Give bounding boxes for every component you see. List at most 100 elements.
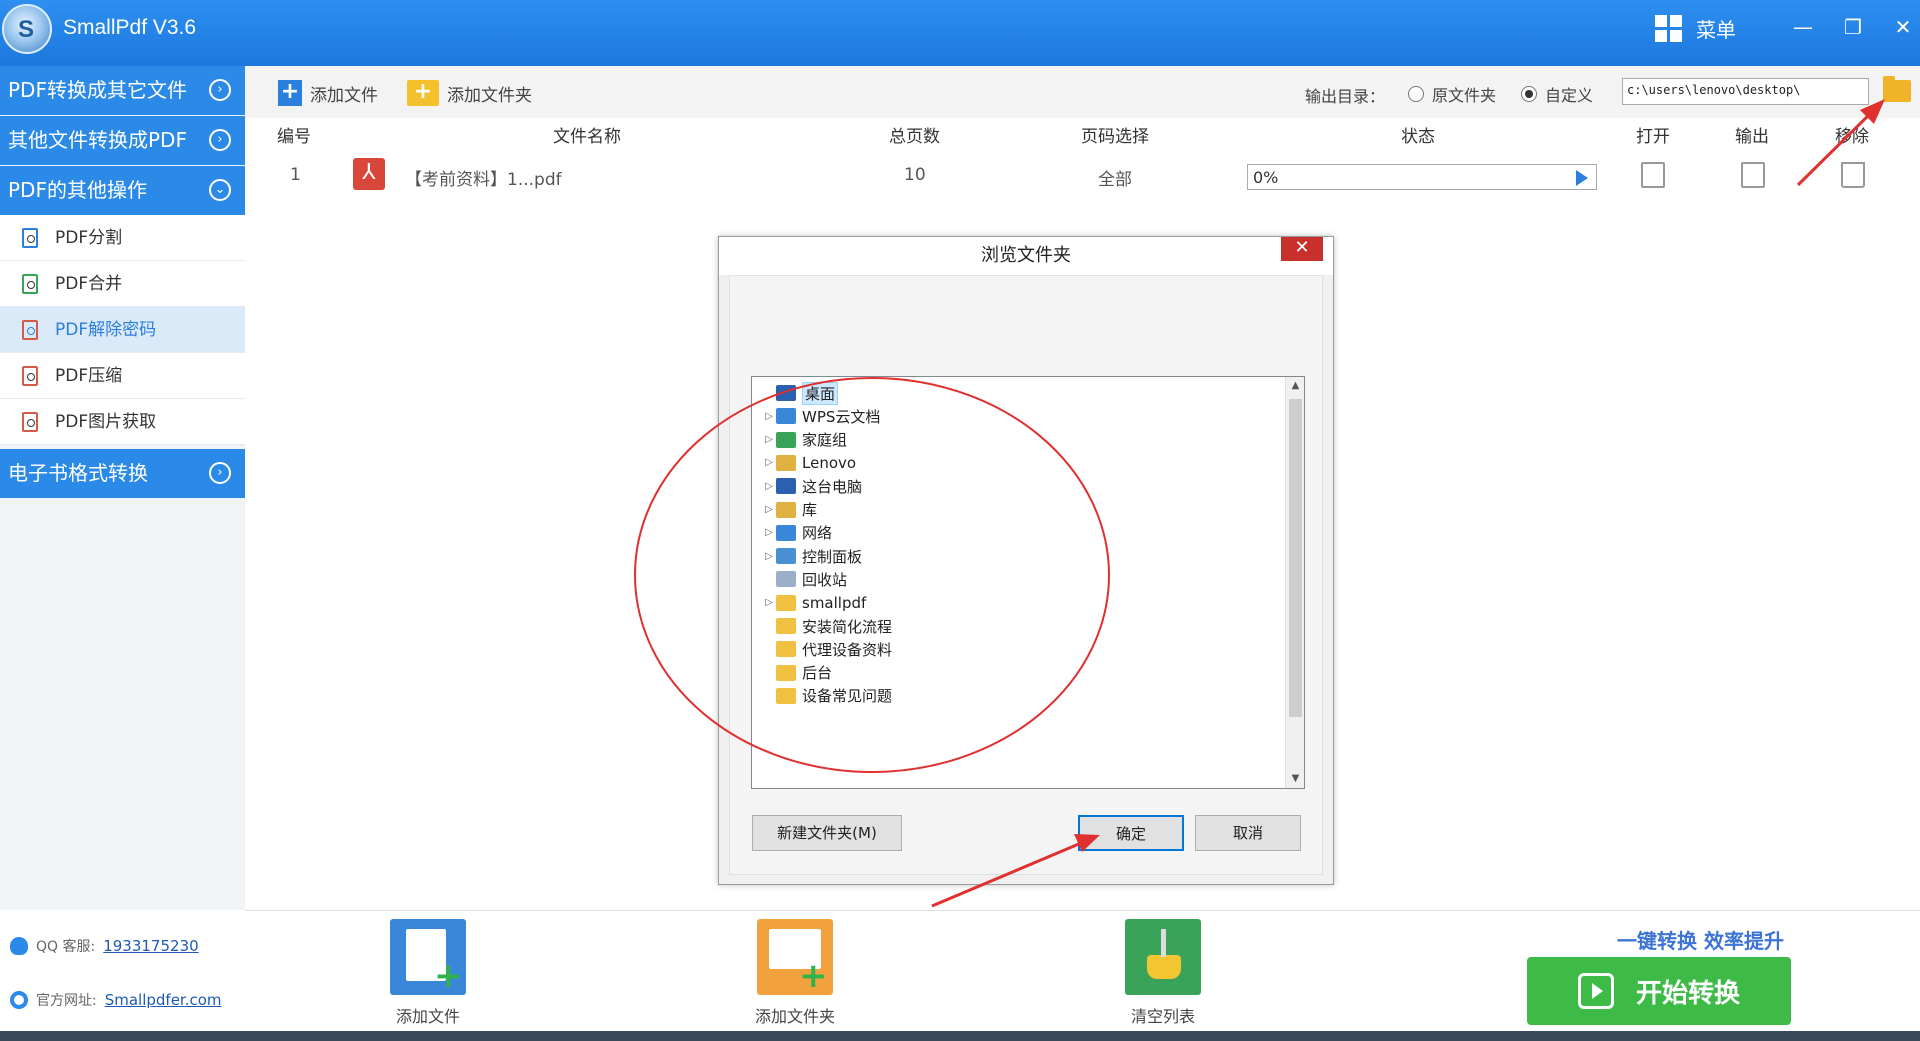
table-row[interactable]: 1 ⅄ 【考前资料】1...pdf 10 全部 0% <box>245 152 1920 200</box>
dialog-title: 浏览文件夹 <box>719 237 1333 275</box>
sidebar-item-label: PDF解除密码 <box>55 320 157 340</box>
add-file-button[interactable]: + 添加文件 <box>278 79 378 107</box>
site-label: 官方网址: <box>36 993 97 1009</box>
grid-icon <box>1655 14 1682 42</box>
sidebar-item-pdf-compress[interactable]: PDF压缩 <box>0 353 245 399</box>
cancel-button[interactable]: 取消 <box>1195 815 1301 851</box>
bottom-add-file-button[interactable]: + 添加文件 <box>368 919 488 1027</box>
output-path-field[interactable]: c:\users\lenovo\desktop\ <box>1622 78 1869 105</box>
scroll-up-icon[interactable]: ▲ <box>1286 377 1304 395</box>
new-folder-button[interactable]: 新建文件夹(M) <box>752 815 902 851</box>
qq-support: QQ 客服: 1933175230 <box>10 934 199 958</box>
output-icon[interactable] <box>1741 162 1765 188</box>
trash-icon[interactable] <box>1841 162 1865 188</box>
tree-item[interactable]: 设备常见问题 <box>762 682 892 710</box>
expand-arrow-icon[interactable]: ▷ <box>762 551 776 562</box>
pdf-file-icon: ⅄ <box>353 158 385 190</box>
expand-arrow-icon[interactable]: ▷ <box>762 527 776 538</box>
expand-arrow-icon[interactable]: ▷ <box>762 481 776 492</box>
add-folder-big-icon: + <box>757 919 833 995</box>
site-link[interactable]: Smallpdfer.com <box>105 991 222 1009</box>
sidebar-item-pdf-unlock[interactable]: PDF解除密码 <box>0 307 245 353</box>
tree-item-label: 安装简化流程 <box>802 617 893 636</box>
clear-list-button[interactable]: 清空列表 <box>1103 919 1223 1027</box>
close-icon: ✕ <box>1894 15 1912 39</box>
browser-icon <box>10 991 28 1009</box>
network-icon <box>776 524 796 541</box>
radio-selected-icon <box>1521 86 1537 102</box>
scroll-thumb[interactable] <box>1289 399 1302 717</box>
expand-arrow-icon[interactable]: ▷ <box>762 411 776 422</box>
sidebar-section-pdf-other-ops[interactable]: PDF的其他操作 ⌄ <box>0 166 245 215</box>
bottom-add-folder-button[interactable]: + 添加文件夹 <box>735 919 855 1027</box>
file-table-header: 编号 文件名称 总页数 页码选择 状态 打开 输出 移除 <box>245 118 1920 148</box>
sidebar-item-pdf-split[interactable]: PDF分割 <box>0 215 245 261</box>
chevron-down-icon: ⌄ <box>209 179 231 201</box>
play-icon[interactable] <box>1576 170 1588 186</box>
col-pages: 总页数 <box>889 127 940 147</box>
progress-text: 0% <box>1253 168 1279 187</box>
radio-original-folder[interactable]: 原文件夹 <box>1408 82 1496 106</box>
tree-item-label: 控制面板 <box>802 547 863 566</box>
browse-folder-button[interactable] <box>1883 76 1911 102</box>
sidebar: PDF转换成其它文件 › 其他文件转换成PDF › PDF的其他操作 ⌄ PDF… <box>0 66 245 1009</box>
sidebar-section-ebook[interactable]: 电子书格式转换 › <box>0 449 245 498</box>
library-icon <box>776 501 796 518</box>
menu-button[interactable]: 菜单 <box>1655 12 1736 44</box>
chevron-right-icon: › <box>209 129 231 151</box>
start-convert-button[interactable]: 开始转换 <box>1527 957 1791 1025</box>
tree-item-label: 后台 <box>802 664 833 683</box>
qq-link[interactable]: 1933175230 <box>103 937 198 955</box>
progress-bar[interactable]: 0% <box>1247 164 1597 190</box>
tree-item-label: 设备常见问题 <box>802 687 893 706</box>
expand-arrow-icon[interactable]: ▷ <box>762 434 776 445</box>
scroll-down-icon[interactable]: ▼ <box>1286 770 1304 788</box>
folder-tree[interactable]: 桌面 ▷ WPS云文档 ▷ 家庭组 ▷ Lenovo ▷ 这台电脑 ▷ 库 ▷ 网络 ▷ 控制面板 回收站 ▷ s… <box>751 376 1305 789</box>
add-folder-icon: + <box>407 80 439 106</box>
homegroup-icon <box>776 431 796 448</box>
tree-item-label: 网络 <box>802 524 833 543</box>
tree-scrollbar[interactable]: ▲ ▼ <box>1285 377 1304 788</box>
computer-icon <box>776 478 796 495</box>
add-file-big-icon: + <box>390 919 466 995</box>
expand-arrow-icon[interactable]: ▷ <box>762 457 776 468</box>
pdf-doc-icon <box>22 366 38 386</box>
expand-arrow-icon[interactable]: ▷ <box>762 597 776 608</box>
bottom-bar: + 添加文件 + 添加文件夹 清空列表 一键转换 效率提升 开始转换 <box>245 910 1920 1031</box>
tree-item-label: 回收站 <box>802 570 848 589</box>
open-icon[interactable] <box>1641 162 1665 188</box>
dialog-close-button[interactable]: ✕ <box>1281 237 1323 261</box>
sidebar-section-other-to-pdf[interactable]: 其他文件转换成PDF › <box>0 116 245 165</box>
sidebar-item-pdf-merge[interactable]: PDF合并 <box>0 261 245 307</box>
minimize-button[interactable]: — <box>1788 12 1818 42</box>
row-index: 1 <box>290 165 301 185</box>
row-range[interactable]: 全部 <box>1098 165 1132 190</box>
tree-item-label: Lenovo <box>802 453 857 472</box>
qq-label: QQ 客服: <box>36 939 96 955</box>
radio-label: 原文件夹 <box>1432 86 1497 105</box>
start-convert-label: 开始转换 <box>1635 978 1740 1009</box>
qq-icon <box>10 937 28 955</box>
pdf-doc-icon <box>22 412 38 432</box>
ok-button[interactable]: 确定 <box>1078 815 1184 851</box>
restore-button[interactable]: ❐ <box>1838 12 1868 42</box>
folder-icon <box>776 594 796 611</box>
sidebar-item-pdf-image-extract[interactable]: PDF图片获取 <box>0 399 245 445</box>
output-dir-label: 输出目录： <box>1305 87 1386 106</box>
radio-custom[interactable]: 自定义 <box>1521 82 1593 106</box>
add-file-icon: + <box>278 80 302 106</box>
add-folder-button[interactable]: + 添加文件夹 <box>407 79 532 107</box>
add-file-label: 添加文件 <box>310 85 378 106</box>
expand-arrow-icon[interactable]: ▷ <box>762 504 776 515</box>
sidebar-item-label: PDF合并 <box>55 274 123 294</box>
sidebar-section-pdf-to-other[interactable]: PDF转换成其它文件 › <box>0 66 245 115</box>
sidebar-item-label: PDF图片获取 <box>55 412 157 432</box>
section-label: 其他文件转换成PDF <box>8 128 187 152</box>
pdf-doc-icon <box>22 274 38 294</box>
folder-icon <box>776 641 796 658</box>
col-remove: 移除 <box>1835 127 1869 147</box>
tree-item-label: 家庭组 <box>802 431 848 450</box>
logo-letter: S <box>18 16 35 43</box>
radio-icon <box>1408 86 1424 102</box>
close-button[interactable]: ✕ <box>1888 12 1918 42</box>
